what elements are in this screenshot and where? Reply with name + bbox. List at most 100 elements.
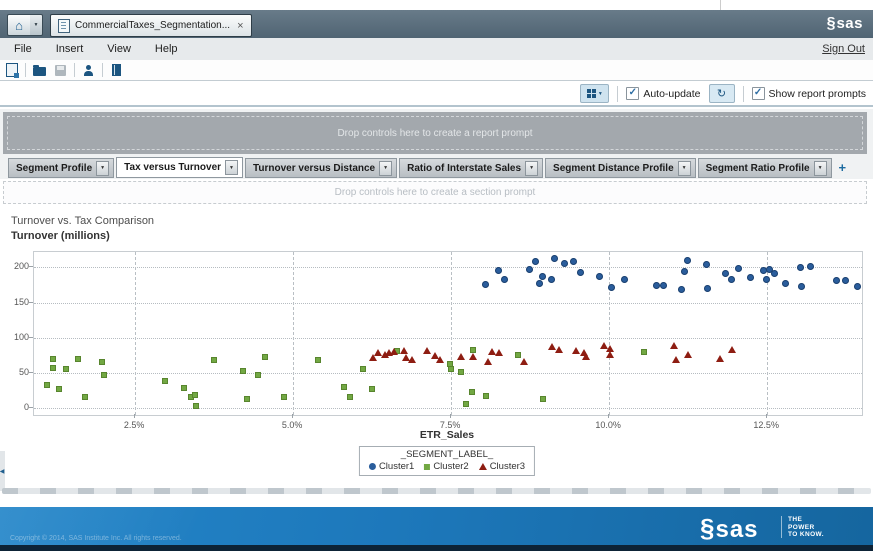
add-section-tab-button[interactable]: +	[834, 160, 852, 178]
data-point-cluster1	[561, 260, 568, 267]
data-point-cluster2	[162, 378, 168, 384]
layout-grid-button[interactable]: ▼	[580, 84, 609, 103]
tab-dropdown-icon[interactable]: ▼	[225, 160, 238, 175]
tab-segment-ratio-profile[interactable]: Segment Ratio Profile ▼	[698, 158, 832, 178]
sas-footer-logo: § sas	[700, 513, 759, 544]
tab-segment-profile[interactable]: Segment Profile ▼	[8, 158, 114, 178]
menu-file[interactable]: File	[0, 43, 44, 55]
data-point-cluster1	[526, 266, 533, 273]
tab-tax-versus-turnover[interactable]: Tax versus Turnover ▼	[116, 157, 243, 178]
data-point-cluster2	[99, 359, 105, 365]
tab-ratio-of-interstate-sales[interactable]: Ratio of Interstate Sales ▼	[399, 158, 543, 178]
report-tab[interactable]: CommercialTaxes_Segmentation... ×	[50, 14, 252, 37]
tab-segment-distance-profile[interactable]: Segment Distance Profile ▼	[545, 158, 696, 178]
legend-item-cluster1: Cluster1	[369, 461, 414, 472]
tab-turnover-versus-distance[interactable]: Turnover versus Distance ▼	[245, 158, 397, 178]
x-tick-mark	[292, 414, 293, 418]
close-tab-icon[interactable]: ×	[237, 21, 243, 31]
data-point-cluster3	[684, 351, 692, 358]
sas-footer: Copyright © 2014, SAS Institute Inc. All…	[0, 507, 873, 545]
x-tick-mark	[134, 414, 135, 418]
data-point-cluster2	[341, 384, 347, 390]
tab-dropdown-icon[interactable]: ▼	[379, 161, 392, 176]
data-point-cluster1	[596, 273, 603, 280]
copyright-text: Copyright © 2014, SAS Institute Inc. All…	[10, 535, 182, 542]
data-point-cluster1	[681, 268, 688, 275]
data-point-cluster3	[457, 353, 465, 360]
data-point-cluster1	[539, 273, 546, 280]
show-prompts-checkbox[interactable]: ✓	[752, 87, 765, 100]
data-point-cluster2	[75, 356, 81, 362]
y-tick-label: 200	[3, 261, 29, 271]
sas-tagline: THE POWER TO KNOW.	[788, 516, 824, 539]
data-point-cluster3	[672, 356, 680, 363]
cluster3-triangle-icon	[479, 463, 487, 470]
data-point-cluster2	[463, 401, 469, 407]
data-point-cluster1	[735, 265, 742, 272]
y-tick-label: 100	[3, 332, 29, 342]
toolbar-separator	[74, 63, 75, 77]
y-tick-mark	[29, 337, 33, 338]
auto-update-checkbox[interactable]: ✓	[626, 87, 639, 100]
tab-dropdown-icon[interactable]: ▼	[525, 161, 538, 176]
section-prompt-text: Drop controls here to create a section p…	[335, 187, 536, 198]
data-point-cluster1	[798, 283, 805, 290]
legend-item-cluster3: Cluster3	[479, 461, 525, 472]
home-button[interactable]: ⌂	[7, 14, 31, 36]
collapsed-panel-handle[interactable]: ◀	[0, 451, 5, 491]
refresh-button[interactable]: ↻	[709, 84, 735, 103]
app-window: ⌂ ▼ CommercialTaxes_Segmentation... × § …	[0, 0, 873, 551]
home-dropdown-button[interactable]: ▼	[30, 14, 43, 36]
footer-gap	[0, 494, 873, 507]
data-point-cluster1	[763, 276, 770, 283]
report-prompt-dropzone[interactable]: Drop controls here to create a report pr…	[3, 112, 867, 154]
show-report-prompts-toggle[interactable]: ✓ Show report prompts	[752, 87, 866, 100]
open-icon[interactable]	[32, 63, 47, 78]
scatter-plot[interactable]	[33, 251, 863, 416]
cluster1-circle-icon	[369, 463, 376, 470]
menu-insert[interactable]: Insert	[44, 43, 96, 55]
data-point-cluster1	[797, 264, 804, 271]
save-icon[interactable]	[53, 63, 68, 78]
toggle-panel-icon[interactable]	[109, 63, 124, 78]
data-point-cluster3	[469, 353, 477, 360]
section-tabs: Segment Profile ▼ Tax versus Turnover ▼ …	[8, 157, 851, 178]
sas-swirl-icon: §	[700, 513, 714, 544]
data-point-cluster1	[482, 281, 489, 288]
top-divider	[720, 0, 721, 10]
tab-dropdown-icon[interactable]: ▼	[678, 161, 691, 176]
data-point-cluster2	[192, 392, 198, 398]
data-point-cluster2	[262, 354, 268, 360]
data-point-cluster3	[555, 346, 563, 353]
tab-dropdown-icon[interactable]: ▼	[96, 161, 109, 176]
data-point-cluster1	[833, 277, 840, 284]
sas-swirl-icon: §	[827, 15, 836, 33]
data-point-cluster2	[641, 349, 647, 355]
data-point-cluster3	[408, 356, 416, 363]
data-point-cluster1	[722, 270, 729, 277]
x-gridline	[451, 252, 452, 415]
new-report-icon[interactable]	[4, 63, 19, 78]
data-point-cluster2	[483, 393, 489, 399]
user-icon[interactable]	[81, 63, 96, 78]
y-axis-title: Turnover (millions)	[11, 230, 110, 242]
data-point-cluster3	[728, 346, 736, 353]
refresh-icon: ↻	[717, 87, 726, 100]
data-point-cluster1	[782, 280, 789, 287]
auto-update-toggle[interactable]: ✓ Auto-update	[626, 87, 700, 100]
report-prompt-dashed-border: Drop controls here to create a report pr…	[7, 116, 863, 150]
menu-view[interactable]: View	[95, 43, 143, 55]
data-point-cluster3	[390, 348, 398, 355]
sign-out-link[interactable]: Sign Out	[822, 43, 865, 55]
y-gridline	[34, 338, 862, 339]
x-tick-mark	[450, 414, 451, 418]
auto-update-label: Auto-update	[643, 88, 700, 100]
data-point-cluster3	[484, 358, 492, 365]
grid-layout-icon	[587, 89, 596, 98]
data-point-cluster2	[244, 396, 250, 402]
tab-dropdown-icon[interactable]: ▼	[814, 161, 827, 176]
legend-title: _SEGMENT_LABEL_	[369, 449, 525, 460]
menu-help[interactable]: Help	[143, 43, 190, 55]
section-prompt-dropzone[interactable]: Drop controls here to create a section p…	[3, 181, 867, 204]
chevron-down-icon: ▼	[598, 91, 603, 97]
